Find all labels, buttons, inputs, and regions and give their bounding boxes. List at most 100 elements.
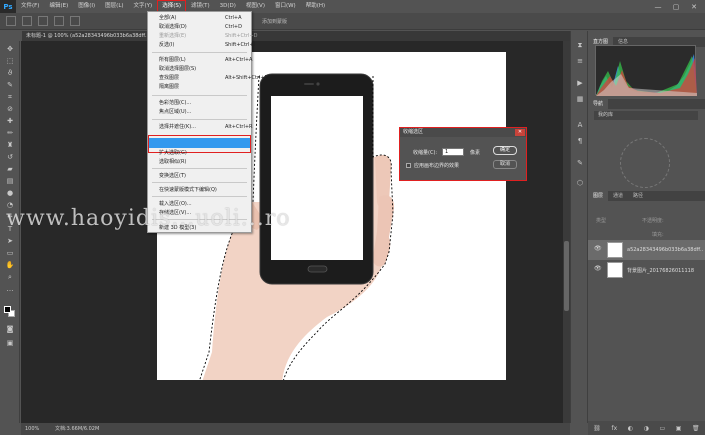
close-icon[interactable]: ✕ [515, 129, 525, 136]
quick-select-tool-icon[interactable]: ✎ [5, 81, 15, 89]
brush-settings-icon[interactable]: ✎ [576, 159, 584, 167]
select-menu-item[interactable]: 色彩范围(C)... [148, 99, 251, 108]
subtract-selection-icon[interactable] [54, 16, 64, 26]
menu-item[interactable]: 窗口(W) [270, 0, 301, 13]
3d-icon[interactable]: ⬡ [576, 179, 584, 187]
zoom-tool-icon[interactable]: ⌕ [5, 273, 15, 281]
opacity-label[interactable]: 不透明度: [642, 217, 664, 224]
document-tab[interactable]: 未标题-1 @ 100% (a52a28343496b033b6a38dff..… [22, 31, 150, 41]
foreground-color-swatch[interactable] [4, 306, 11, 313]
history-brush-icon[interactable]: ↺ [5, 153, 15, 161]
brush-size-icon[interactable] [70, 16, 80, 26]
close-icon[interactable]: ✕ [685, 3, 703, 11]
menu-item[interactable]: 文件(F) [16, 0, 44, 13]
swatches-icon[interactable]: ▦ [576, 95, 584, 103]
brush-tool-icon[interactable]: ✏ [5, 129, 15, 137]
crop-tool-icon[interactable]: ⌗ [5, 93, 15, 101]
select-menu-item[interactable]: 扩大选取(G) [148, 149, 251, 158]
shape-tool-icon[interactable]: ▭ [5, 249, 15, 257]
select-menu-item[interactable]: 焦点区域(U)... [148, 108, 251, 117]
eye-icon[interactable]: 👁 [594, 245, 602, 252]
add-selection-icon[interactable] [38, 16, 48, 26]
menu-item[interactable]: 编辑(E) [44, 0, 73, 13]
select-menu-item[interactable]: 在快速蒙版模式下编辑(Q) [148, 186, 251, 195]
zoom-level[interactable]: 100% [25, 423, 39, 435]
tab-paths[interactable]: 路径 [628, 191, 648, 201]
select-menu-item[interactable]: 重新选择(E) Shift+Ctrl+D [148, 32, 258, 41]
tab-layers[interactable]: 图层 [588, 191, 609, 201]
select-menu-item[interactable]: 载入选区(O)... [148, 200, 251, 209]
maximize-icon[interactable]: ▢ [667, 3, 685, 11]
select-menu-item[interactable]: 存储选区(V)... [148, 209, 251, 218]
tab-navigator[interactable]: 导航 [588, 99, 609, 109]
stamp-tool-icon[interactable]: ♜ [5, 141, 15, 149]
actions-icon[interactable]: ▶ [576, 79, 584, 87]
layer-action-icon[interactable]: fx [612, 425, 618, 432]
layer-action-icon[interactable]: ▣ [676, 425, 682, 432]
options-text[interactable]: 添加到蒙版 [262, 18, 287, 25]
shrink-amount-input[interactable]: 1 [442, 148, 464, 156]
select-menu-item[interactable]: 新建 3D 模型(3) [148, 224, 251, 233]
menu-item[interactable]: 帮助(H) [301, 0, 330, 13]
select-menu-item[interactable]: 选择并遮住(K)... Alt+Ctrl+R [148, 123, 253, 132]
menu-item[interactable]: 图像(I) [73, 0, 100, 13]
layer-action-icon[interactable]: ▭ [659, 425, 665, 432]
menu-item[interactable]: 图层(L) [100, 0, 128, 13]
tool-preset-icon[interactable] [6, 16, 16, 26]
move-tool-icon[interactable]: ✥ [5, 45, 15, 53]
layer-row[interactable]: 👁 背景图片_20176826011118 [588, 260, 705, 280]
type-tool-icon[interactable]: T [5, 225, 15, 233]
hand-tool-icon[interactable]: ✋ [5, 261, 15, 269]
layer-action-icon[interactable]: ◑ [644, 425, 649, 432]
scrollbar-thumb[interactable] [564, 241, 569, 311]
tab-channels[interactable]: 通道 [608, 191, 628, 201]
screen-mode-icon[interactable]: ▣ [5, 339, 15, 347]
eye-icon[interactable]: 👁 [594, 265, 602, 272]
eyedropper-tool-icon[interactable]: ⊘ [5, 105, 15, 113]
path-select-icon[interactable]: ➤ [5, 237, 15, 245]
select-menu-item[interactable]: 取消选择图层(S) [148, 65, 251, 74]
new-selection-icon[interactable] [22, 16, 32, 26]
marquee-tool-icon[interactable]: ⬚ [5, 57, 15, 65]
more-tools-icon[interactable]: … [5, 285, 15, 293]
select-menu-item[interactable]: 变换选区(T) [148, 172, 251, 181]
vertical-scrollbar[interactable] [563, 41, 570, 423]
select-menu-item[interactable]: 隔离图层 [148, 83, 251, 92]
select-menu-item[interactable]: 反选(I) Shift+Ctrl+I [148, 41, 255, 50]
select-menu-item[interactable]: 取消选择(D) Ctrl+D [148, 23, 251, 32]
layer-filter-label[interactable]: 类型 [596, 217, 606, 224]
blur-tool-icon[interactable]: ● [5, 189, 15, 197]
layer-action-icon[interactable]: 🗑 [692, 425, 700, 432]
menu-item-shortcut: Alt+Ctrl+A [225, 57, 253, 63]
layer-name[interactable]: a52a28343496b033b6a38dff... [627, 247, 703, 253]
character-icon[interactable]: A [576, 121, 584, 129]
menu-item-shortcut: Alt+Ctrl+R [225, 124, 253, 130]
layer-name[interactable]: 背景图片_20176826011118 [627, 267, 703, 274]
properties-icon[interactable]: ≡ [576, 57, 584, 65]
select-menu-item[interactable]: 所有图层(L) Alt+Ctrl+A [148, 56, 253, 65]
apply-canvas-edge-checkbox[interactable] [406, 163, 411, 168]
eraser-tool-icon[interactable]: ▰ [5, 165, 15, 173]
paragraph-icon[interactable]: ¶ [576, 137, 584, 145]
select-menu-item[interactable]: 选取相似(R) [148, 158, 251, 167]
fill-label[interactable]: 填充: [652, 231, 664, 238]
ok-button[interactable]: 确定 [493, 146, 517, 155]
apply-canvas-edge-label[interactable]: 应用画布边界的效果 [414, 162, 459, 169]
cancel-button[interactable]: 取消 [493, 160, 517, 169]
healing-tool-icon[interactable]: ✚ [5, 117, 15, 125]
dodge-tool-icon[interactable]: ◔ [5, 201, 15, 209]
histogram-graphic [596, 54, 697, 96]
gradient-tool-icon[interactable]: ▤ [5, 177, 15, 185]
select-menu-item[interactable]: 全部(A) Ctrl+A [148, 14, 251, 23]
history-icon[interactable]: ⧗ [576, 41, 584, 49]
lasso-tool-icon[interactable]: ϑ [5, 69, 15, 77]
pen-tool-icon[interactable]: ✒ [5, 213, 15, 221]
quick-mask-icon[interactable]: ◙ [5, 325, 15, 333]
minimize-icon[interactable]: — [649, 3, 667, 11]
library-selector[interactable]: 我的库 [594, 111, 698, 120]
layer-row[interactable]: 👁 a52a28343496b033b6a38dff... [588, 240, 705, 260]
layer-action-icon[interactable]: ⛓ [593, 425, 601, 432]
layer-action-icon[interactable]: ◐ [628, 425, 633, 432]
color-swatches[interactable] [4, 306, 15, 317]
select-menu-item[interactable]: 查找图层 Alt+Shift+Ctrl+F [148, 74, 267, 83]
